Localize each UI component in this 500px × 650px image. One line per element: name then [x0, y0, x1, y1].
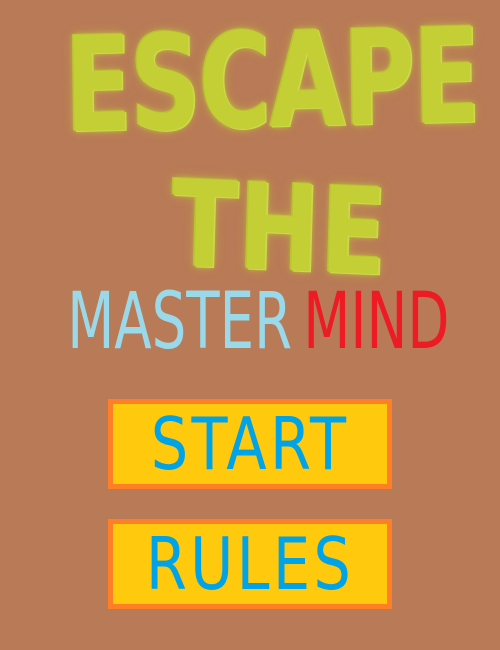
game-title-escape: ESCAPE: [64, 0, 480, 164]
game-subtitle: MASTER MIND: [0, 283, 500, 361]
subtitle-mind: MIND: [303, 277, 450, 367]
rules-button-label: RULES: [145, 522, 355, 606]
title-screen: ESCAPE THE MASTER MIND START RULES: [0, 0, 500, 650]
rules-button[interactable]: RULES: [108, 519, 392, 609]
start-button[interactable]: START: [108, 399, 392, 489]
start-button-label: START: [150, 402, 350, 486]
subtitle-master: MASTER: [67, 277, 293, 367]
